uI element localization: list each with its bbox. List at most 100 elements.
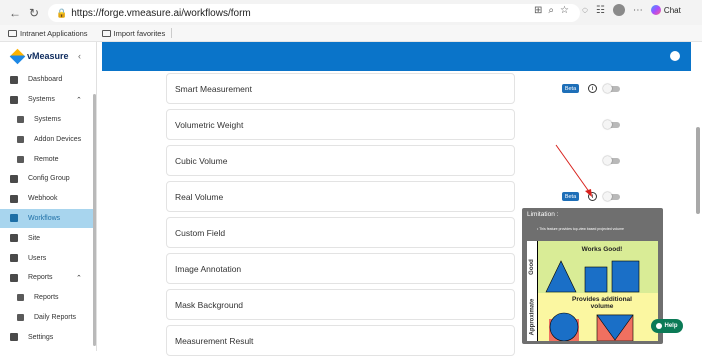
sidebar-item-label: Users bbox=[28, 254, 47, 262]
limitation-illustration: Good Works Good! Approximate Provides ad… bbox=[527, 241, 658, 341]
favorite-intranet[interactable]: Intranet Applications bbox=[8, 29, 88, 38]
help-icon bbox=[656, 323, 663, 329]
devices-icon bbox=[17, 135, 24, 143]
favorites-bar: Intranet Applications Import favorites bbox=[0, 25, 702, 42]
profile-avatar[interactable] bbox=[612, 4, 625, 16]
vmeasure-logo-icon bbox=[9, 48, 26, 64]
apps-icon[interactable]: ⊞ bbox=[534, 5, 542, 16]
form-row-image-annotation: Image Annotation bbox=[166, 253, 515, 284]
account-icon[interactable] bbox=[670, 51, 680, 61]
more-icon[interactable]: ⋯ bbox=[633, 5, 643, 16]
toggle-switch[interactable] bbox=[603, 119, 620, 129]
limitation-tooltip: Limitation : • This feature provides top… bbox=[522, 208, 663, 344]
chat-label: Chat bbox=[663, 5, 681, 15]
approx-shapes bbox=[549, 312, 634, 341]
sidebar-item-addon-devices[interactable]: Addon Devices bbox=[0, 129, 96, 149]
import-icon bbox=[101, 29, 111, 37]
logo-text: vMeasure bbox=[27, 51, 69, 61]
reports-sub-icon bbox=[17, 294, 24, 302]
daily-reports-icon bbox=[17, 313, 24, 321]
sidebar-item-settings[interactable]: Settings bbox=[0, 327, 96, 347]
tooltip-note: • This feature provides top-view based p… bbox=[537, 227, 624, 231]
sidebar-item-users[interactable]: Users bbox=[0, 248, 96, 268]
page-scrollbar[interactable] bbox=[696, 127, 700, 214]
lock-icon: 🔒 bbox=[56, 7, 68, 18]
sidebar-item-webhook[interactable]: Webhook bbox=[0, 189, 96, 209]
sidebar-item-label: Dashboard bbox=[28, 76, 63, 84]
config-icon bbox=[10, 174, 18, 183]
toggle-switch[interactable] bbox=[603, 155, 620, 165]
form-row-custom-field: Custom Field bbox=[166, 217, 515, 248]
reports-icon bbox=[10, 273, 18, 282]
form-row-real-volume: Real Volume Beta i bbox=[166, 181, 620, 212]
toggle-switch[interactable] bbox=[603, 83, 620, 93]
extension-icon[interactable]: ◌ bbox=[582, 5, 588, 16]
sidebar-item-label: Site bbox=[28, 234, 41, 242]
sidebar-item-label: Systems bbox=[34, 115, 61, 123]
app-header bbox=[102, 42, 691, 71]
tooltip-title: Limitation : bbox=[527, 211, 559, 218]
copilot-icon bbox=[650, 5, 661, 15]
sidebar-item-daily-reports[interactable]: Daily Reports bbox=[0, 308, 96, 328]
users-icon bbox=[10, 254, 18, 263]
logo[interactable]: vMeasure bbox=[0, 42, 96, 70]
address-bar[interactable]: 🔒 https://forge.vmeasure.ai/workflows/fo… bbox=[48, 4, 580, 22]
browser-toolbar: ← ↻ 🔒 https://forge.vmeasure.ai/workflow… bbox=[0, 0, 702, 25]
favorite-label: Import favorites bbox=[113, 28, 166, 38]
sidebar-item-label: Systems bbox=[28, 96, 55, 104]
row-label: Image Annotation bbox=[175, 263, 242, 274]
sidebar-item-site[interactable]: Site bbox=[0, 228, 96, 248]
toggle-switch[interactable] bbox=[603, 191, 620, 201]
chat-button[interactable]: Chat bbox=[650, 5, 681, 15]
sidebar-item-reports[interactable]: Reports bbox=[0, 288, 96, 308]
help-label: Help bbox=[664, 323, 678, 329]
sidebar-item-label: Addon Devices bbox=[34, 135, 82, 143]
sidebar-scrollbar[interactable] bbox=[93, 94, 96, 346]
divider bbox=[171, 28, 173, 38]
sidebar-item-workflows[interactable]: Workflows bbox=[0, 208, 96, 229]
sidebar-item-label: Remote bbox=[34, 155, 59, 163]
sidebar-item-systems[interactable]: Systems bbox=[0, 110, 96, 130]
sidebar-item-label: Workflows bbox=[28, 214, 61, 222]
favorite-import[interactable]: Import favorites bbox=[101, 28, 166, 38]
site-icon bbox=[10, 234, 18, 243]
chevron-up-icon[interactable]: ⌃ bbox=[76, 274, 82, 282]
dashboard-icon bbox=[10, 75, 18, 84]
chevron-up-icon[interactable]: ⌃ bbox=[76, 96, 82, 104]
sidebar-item-label: Daily Reports bbox=[34, 313, 77, 321]
row-label: Measurement Result bbox=[175, 335, 254, 346]
refresh-icon[interactable]: ↻ bbox=[25, 4, 43, 22]
good-panel: Good Works Good! bbox=[527, 241, 658, 293]
form-row-cubic-volume: Cubic Volume bbox=[166, 145, 620, 176]
remote-icon bbox=[17, 155, 24, 163]
workflows-icon bbox=[10, 214, 18, 223]
info-icon[interactable]: i bbox=[588, 84, 597, 93]
beta-badge: Beta bbox=[562, 84, 579, 93]
favorites-icon[interactable]: ☷ bbox=[596, 5, 605, 16]
form-row-smart-measurement: Smart Measurement Beta i bbox=[166, 73, 620, 104]
systems-sub-icon bbox=[17, 115, 24, 123]
sidebar-item-config-group[interactable]: Config Group bbox=[0, 169, 96, 189]
collapse-sidebar-icon[interactable]: ‹ bbox=[78, 51, 81, 61]
sidebar-item-label: Config Group bbox=[28, 175, 70, 183]
good-shapes bbox=[545, 260, 640, 293]
info-icon[interactable]: i bbox=[588, 192, 597, 201]
settings-icon bbox=[10, 333, 18, 342]
sidebar-item-dashboard[interactable]: Dashboard bbox=[0, 70, 96, 90]
row-label: Volumetric Weight bbox=[175, 119, 244, 130]
row-label: Custom Field bbox=[175, 227, 226, 238]
approximate-panel: Approximate Provides additional volume bbox=[527, 293, 658, 341]
row-label: Mask Background bbox=[175, 299, 244, 310]
sidebar-item-systems[interactable]: Systems ⌃ bbox=[0, 90, 96, 110]
row-label: Cubic Volume bbox=[175, 155, 228, 166]
favorite-star-icon[interactable]: ☆ bbox=[560, 5, 569, 16]
sidebar-item-remote[interactable]: Remote bbox=[0, 149, 96, 169]
row-label: Real Volume bbox=[175, 191, 224, 202]
form-row-mask-background: Mask Background bbox=[166, 289, 515, 320]
sidebar-item-reports[interactable]: Reports ⌃ bbox=[0, 268, 96, 288]
zoom-icon[interactable]: ⌕ bbox=[548, 5, 554, 16]
help-button[interactable]: Help bbox=[651, 319, 683, 333]
back-icon[interactable]: ← bbox=[6, 4, 24, 22]
favorite-label: Intranet Applications bbox=[20, 28, 88, 38]
sidebar-item-label: Webhook bbox=[28, 195, 58, 203]
